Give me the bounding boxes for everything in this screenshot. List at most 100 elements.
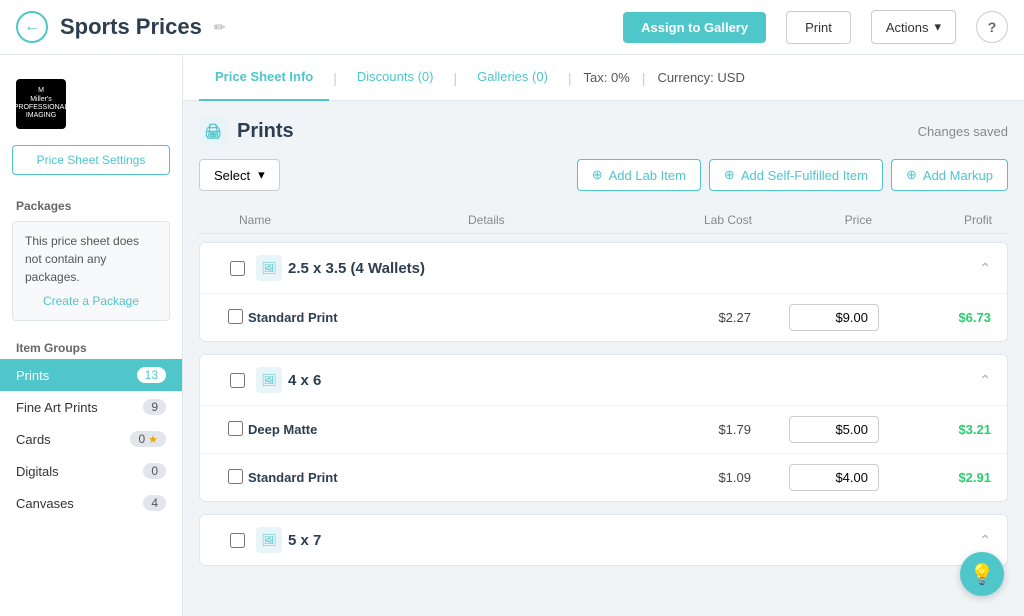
sidebar-item-label: Fine Art Prints	[16, 400, 98, 415]
group-icon-5x7: 🖼	[256, 527, 282, 553]
logo-box: MMiller'sPROFESSIONALIMAGING	[16, 79, 66, 129]
chevron-down-icon: ▾	[934, 19, 941, 35]
cards-count: 0 ★	[130, 431, 166, 447]
digitals-count: 0	[143, 463, 166, 479]
group-icon-4x6: 🖼	[256, 367, 282, 393]
create-package-link[interactable]: Create a Package	[25, 292, 157, 310]
profit: $6.73	[887, 310, 1007, 325]
actions-label: Actions	[886, 20, 929, 35]
group-title-5x7: 5 x 7	[288, 532, 979, 549]
lightbulb-fab[interactable]: 💡	[960, 552, 1004, 596]
group-checkbox-4x6[interactable]	[230, 373, 245, 388]
main-layout: MMiller'sPROFESSIONALIMAGING Price Sheet…	[0, 55, 1024, 616]
tab-discounts[interactable]: Discounts (0)	[341, 55, 450, 101]
add-markup-label: Add Markup	[923, 168, 993, 183]
select-chevron-icon: ▾	[258, 167, 265, 183]
add-lab-label: Add Lab Item	[609, 168, 686, 183]
product-group-4x6: 🖼 4 x 6 ⌃ Deep Matte $1.79 $3.21 St	[199, 354, 1008, 502]
add-lab-icon: ⊕	[592, 167, 603, 183]
col-details: Details	[468, 213, 648, 227]
group-header-wallets[interactable]: 🖼 2.5 x 3.5 (4 Wallets) ⌃	[200, 243, 1007, 293]
col-lab-cost: Lab Cost	[648, 213, 768, 227]
add-self-icon: ⊕	[724, 167, 735, 183]
logo-area: MMiller'sPROFESSIONALIMAGING	[0, 71, 182, 145]
sidebar-item-digitals[interactable]: Digitals 0	[0, 455, 182, 487]
sidebar-item-cards[interactable]: Cards 0 ★	[0, 423, 182, 455]
price-sheet-settings-button[interactable]: Price Sheet Settings	[12, 145, 170, 175]
sidebar-item-label: Prints	[16, 368, 49, 383]
group-icon-wallets: 🖼	[256, 255, 282, 281]
section-title: Prints	[237, 120, 294, 143]
group-collapse-5x7[interactable]: ⌃	[979, 532, 991, 549]
logo-text: MMiller'sPROFESSIONALIMAGING	[14, 87, 68, 121]
group-header-4x6[interactable]: 🖼 4 x 6 ⌃	[200, 355, 1007, 405]
back-button[interactable]: ←	[16, 11, 48, 43]
sidebar-item-label: Cards	[16, 432, 51, 447]
star-icon: ★	[148, 433, 158, 446]
col-profit: Profit	[888, 213, 1008, 227]
price-input[interactable]	[789, 304, 879, 331]
sidebar-item-label: Digitals	[16, 464, 59, 479]
content-title: 🖨 Prints	[199, 117, 294, 145]
price-input[interactable]	[789, 416, 879, 443]
sidebar: MMiller'sPROFESSIONALIMAGING Price Sheet…	[0, 55, 183, 616]
print-section-icon: 🖨	[199, 117, 227, 145]
help-button[interactable]: ?	[976, 11, 1008, 43]
table-row: Standard Print $1.09 $2.91	[200, 453, 1007, 501]
page-title: Sports Prices	[60, 14, 202, 40]
group-collapse-wallets[interactable]: ⌃	[979, 260, 991, 277]
help-label: ?	[988, 19, 997, 35]
sidebar-item-label: Canvases	[16, 496, 74, 511]
tab-galleries[interactable]: Galleries (0)	[461, 55, 564, 101]
back-icon: ←	[24, 18, 40, 36]
add-lab-item-button[interactable]: ⊕ Add Lab Item	[577, 159, 701, 191]
edit-icon[interactable]: ✏	[214, 19, 226, 36]
product-name: Standard Print	[240, 310, 467, 325]
add-markup-button[interactable]: ⊕ Add Markup	[891, 159, 1008, 191]
group-checkbox-wallets[interactable]	[230, 261, 245, 276]
group-checkbox-5x7[interactable]	[230, 533, 245, 548]
actions-button[interactable]: Actions ▾	[871, 10, 956, 44]
product-name: Deep Matte	[240, 422, 467, 437]
group-collapse-4x6[interactable]: ⌃	[979, 372, 991, 389]
price-input[interactable]	[789, 464, 879, 491]
col-checkbox	[199, 213, 239, 227]
toolbar: Select ▾ ⊕ Add Lab Item ⊕ Add Self-Fulfi…	[199, 159, 1008, 191]
tabs-bar: Price Sheet Info | Discounts (0) | Galle…	[183, 55, 1024, 101]
lightbulb-icon: 💡	[970, 562, 995, 587]
col-price: Price	[768, 213, 888, 227]
print-button[interactable]: Print	[786, 11, 851, 44]
currency-info: Currency: USD	[649, 70, 752, 85]
lab-cost: $1.79	[647, 422, 767, 437]
content-area: 🖨 Prints Changes saved Select ▾ ⊕ Add La…	[183, 101, 1024, 582]
prints-count: 13	[137, 367, 166, 383]
tax-info: Tax: 0%	[576, 70, 638, 85]
add-self-fulfilled-button[interactable]: ⊕ Add Self-Fulfilled Item	[709, 159, 883, 191]
table-row: Standard Print $2.27 $6.73	[200, 293, 1007, 341]
item-groups-title: Item Groups	[0, 333, 182, 359]
tab-price-sheet-info[interactable]: Price Sheet Info	[199, 55, 329, 101]
product-group-wallets: 🖼 2.5 x 3.5 (4 Wallets) ⌃ Standard Print…	[199, 242, 1008, 342]
add-markup-icon: ⊕	[906, 167, 917, 183]
product-group-5x7: 🖼 5 x 7 ⌃	[199, 514, 1008, 566]
group-title-4x6: 4 x 6	[288, 372, 979, 389]
select-button[interactable]: Select ▾	[199, 159, 280, 191]
profit: $2.91	[887, 470, 1007, 485]
price-cell	[767, 464, 887, 491]
packages-empty-message: This price sheet does not contain any pa…	[12, 221, 170, 321]
table-row: Deep Matte $1.79 $3.21	[200, 405, 1007, 453]
tab-divider-3: |	[564, 70, 576, 86]
sidebar-item-prints[interactable]: Prints 13	[0, 359, 182, 391]
sidebar-item-fine-art-prints[interactable]: Fine Art Prints 9	[0, 391, 182, 423]
product-name: Standard Print	[240, 470, 467, 485]
group-title-wallets: 2.5 x 3.5 (4 Wallets)	[288, 260, 979, 277]
assign-gallery-button[interactable]: Assign to Gallery	[623, 12, 766, 43]
group-header-5x7[interactable]: 🖼 5 x 7 ⌃	[200, 515, 1007, 565]
content-header: 🖨 Prints Changes saved	[199, 117, 1008, 145]
fine-art-count: 9	[143, 399, 166, 415]
sidebar-item-canvases[interactable]: Canvases 4	[0, 487, 182, 519]
add-self-label: Add Self-Fulfilled Item	[741, 168, 868, 183]
lab-cost: $1.09	[647, 470, 767, 485]
app-header: ← Sports Prices ✏ Assign to Gallery Prin…	[0, 0, 1024, 55]
col-name: Name	[239, 213, 468, 227]
